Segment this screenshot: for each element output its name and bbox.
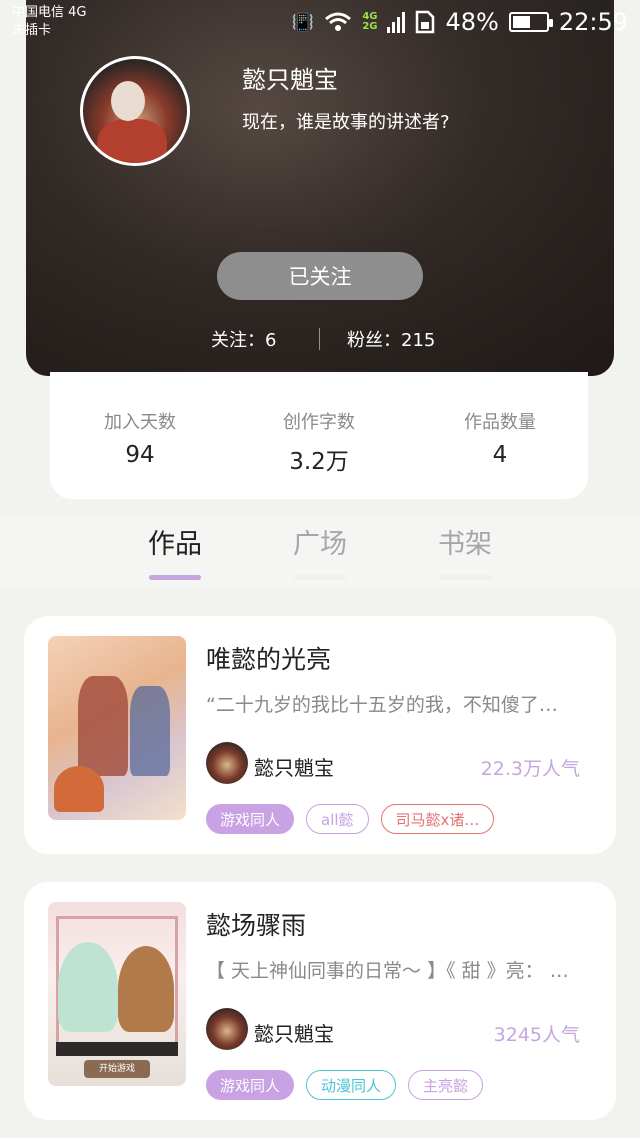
tab-indicator [294, 575, 346, 580]
popularity-count: 3245人气 [493, 1024, 580, 1046]
tag[interactable]: 主亮懿 [408, 1070, 484, 1100]
net-bottom-label: 2G [362, 21, 378, 32]
tag[interactable]: 游戏同人 [206, 1070, 295, 1100]
clock: 22:59 [558, 8, 628, 36]
stat-label: 加入天数 [104, 412, 176, 433]
tab-works[interactable]: 作品 [130, 522, 220, 580]
tab-square[interactable]: 广场 [275, 522, 365, 580]
vibrate-icon: 📳 [291, 11, 315, 33]
tag[interactable]: 游戏同人 [206, 804, 295, 834]
tab-label: 作品 [148, 529, 202, 560]
work-title[interactable]: 懿场骤雨 [206, 906, 306, 942]
tag[interactable]: 司马懿x诸… [380, 804, 495, 834]
battery-percent: 48% [445, 8, 499, 36]
work-card[interactable]: 开始游戏 懿场骤雨 【 天上神仙同事的日常～ 】《 甜 》亮： … 懿只魈宝 3… [24, 882, 616, 1120]
work-card[interactable]: 唯懿的光亮 “二十九岁的我比十五岁的我，不知傻了… 懿只魈宝 22.3万人气 游… [24, 616, 616, 854]
tab-bar: 作品 广场 书架 [0, 518, 640, 588]
work-title[interactable]: 唯懿的光亮 [206, 640, 331, 676]
stats-card: 加入天数 94 创作字数 3.2万 作品数量 4 [50, 372, 588, 499]
profile-avatar[interactable] [80, 56, 190, 166]
wifi-icon [324, 11, 352, 33]
stat-value: 3.2万 [289, 449, 349, 475]
cover-start-game-label: 开始游戏 [84, 1060, 150, 1078]
stat-value: 4 [492, 442, 508, 468]
work-cover-image[interactable]: 开始游戏 [48, 902, 186, 1086]
stat-value: 94 [125, 442, 155, 468]
tag[interactable]: all懿 [306, 804, 369, 834]
follow-button[interactable]: 已关注 [217, 252, 423, 300]
sim-icon [415, 10, 435, 34]
author-name[interactable]: 懿只魈宝 [254, 1018, 334, 1047]
work-cover-image[interactable] [48, 636, 186, 820]
work-description: “二十九岁的我比十五岁的我，不知傻了… [206, 694, 558, 716]
stat-word-count: 创作字数 3.2万 [249, 408, 389, 476]
stat-join-days: 加入天数 94 [70, 408, 210, 468]
tag-list: 游戏同人 动漫同人 主亮懿 [206, 1070, 484, 1100]
author-avatar[interactable] [206, 742, 248, 784]
sim-label: 未插卡 [12, 23, 52, 38]
popularity-count: 22.3万人气 [480, 758, 580, 780]
carrier-label: 中国电信 4G [12, 5, 87, 20]
followers-count[interactable]: 粉丝：215 [347, 326, 435, 352]
network-type-icon: 4G 2G [362, 12, 377, 32]
stats-divider [319, 328, 320, 350]
tab-bookshelf[interactable]: 书架 [420, 522, 510, 580]
tab-indicator [149, 575, 201, 580]
tab-label: 广场 [293, 529, 347, 560]
tag-list: 游戏同人 all懿 司马懿x诸… [206, 804, 495, 834]
tab-indicator [439, 575, 491, 580]
status-bar: 中国电信 4G 未插卡 📳 4G 2G 48% 22:59 [0, 0, 640, 48]
carrier-info: 中国电信 4G 未插卡 [12, 4, 86, 40]
stat-works-count: 作品数量 4 [430, 408, 570, 468]
battery-icon [508, 12, 553, 32]
signal-icon [387, 11, 406, 33]
stat-label: 创作字数 [283, 412, 355, 433]
stat-label: 作品数量 [464, 412, 536, 433]
author-avatar[interactable] [206, 1008, 248, 1050]
profile-username: 懿只魈宝 [242, 66, 338, 94]
tab-label: 书架 [438, 529, 492, 560]
author-name[interactable]: 懿只魈宝 [254, 752, 334, 781]
work-description: 【 天上神仙同事的日常～ 】《 甜 》亮： … [206, 960, 569, 982]
following-count[interactable]: 关注：6 [211, 326, 276, 352]
profile-header [26, 0, 614, 376]
tag[interactable]: 动漫同人 [306, 1070, 397, 1100]
profile-bio: 现在，谁是故事的讲述者? [242, 112, 450, 133]
